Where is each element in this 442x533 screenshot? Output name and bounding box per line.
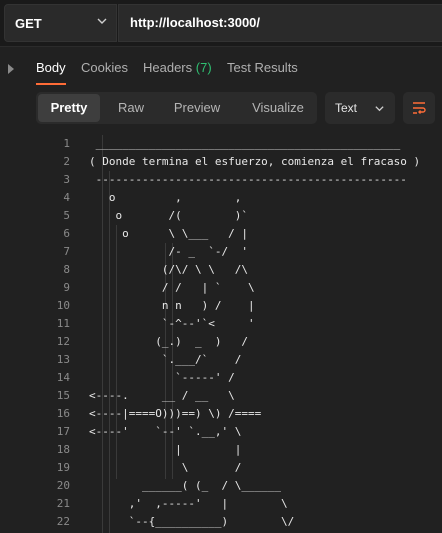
- line-text: ______( (_ / \______: [89, 479, 282, 492]
- headers-count-badge: (7): [195, 60, 212, 75]
- format-selector[interactable]: Text: [325, 92, 395, 124]
- line-number: 16: [56, 407, 70, 420]
- method-selector[interactable]: GET: [4, 4, 117, 42]
- line-number: 9: [63, 281, 70, 294]
- code-line: 6 o \ \___ / |: [0, 225, 442, 243]
- tab-headers-label: Headers: [143, 60, 193, 75]
- wrap-lines-icon: [413, 102, 426, 114]
- line-number: 19: [56, 461, 70, 474]
- line-text: | |: [89, 443, 242, 456]
- view-raw-button[interactable]: Raw: [106, 94, 156, 122]
- line-number: 1: [63, 137, 70, 150]
- line-text: `-^--'`< ': [89, 317, 255, 330]
- code-line: 11 `-^--'`< ': [0, 315, 442, 333]
- line-text: `.___/` /: [89, 353, 242, 366]
- line-number: 14: [56, 371, 70, 384]
- line-number: 17: [56, 425, 70, 438]
- code-line: 13 `.___/` /: [0, 351, 442, 369]
- tab-test-results[interactable]: Test Results: [227, 60, 298, 75]
- chevron-down-icon: [375, 106, 384, 112]
- active-tab-indicator: [36, 83, 66, 85]
- code-line: 14 `-----' /: [0, 369, 442, 387]
- code-line: 10 n n ) / |: [0, 297, 442, 315]
- body-toolbar: Pretty Raw Preview Visualize Text: [0, 90, 442, 126]
- url-input[interactable]: http://localhost:3000/: [118, 4, 442, 42]
- line-text: o , ,: [89, 191, 242, 204]
- line-number: 6: [63, 227, 70, 240]
- code-line: 3 --------------------------------------…: [0, 171, 442, 189]
- tab-headers[interactable]: Headers (7): [143, 60, 212, 75]
- code-line: 7 /- _ `-/ ': [0, 243, 442, 261]
- method-label: GET: [15, 16, 42, 31]
- line-number: 11: [56, 317, 70, 330]
- view-preview-button[interactable]: Preview: [164, 94, 230, 122]
- code-line: 16 <----|====O)))==) \) /====: [0, 405, 442, 423]
- line-text: <----. __ / __ \: [89, 389, 235, 402]
- code-line: 22 `--{__________) \/: [0, 513, 442, 531]
- line-number: 15: [56, 389, 70, 402]
- chevron-right-icon[interactable]: [7, 64, 15, 74]
- view-visualize-button[interactable]: Visualize: [241, 94, 315, 122]
- tab-cookies[interactable]: Cookies: [81, 60, 128, 75]
- line-number: 7: [63, 245, 70, 258]
- code-line: 19 \ /: [0, 459, 442, 477]
- line-number: 8: [63, 263, 70, 276]
- chevron-down-icon: [97, 18, 107, 24]
- response-body[interactable]: 1 ______________________________________…: [0, 135, 442, 533]
- line-text: o \ \___ / |: [89, 227, 248, 240]
- line-number: 10: [56, 299, 70, 312]
- line-text: n n ) / |: [89, 299, 255, 312]
- line-text: ----------------------------------------…: [89, 173, 407, 186]
- line-number: 21: [56, 497, 70, 510]
- line-number: 22: [56, 515, 70, 528]
- request-url-bar: GET http://localhost:3000/: [0, 0, 442, 47]
- code-line: 4 o , ,: [0, 189, 442, 207]
- line-text: <----' `--' `.__,' \: [89, 425, 242, 438]
- line-text: /- _ `-/ ': [89, 245, 248, 258]
- line-text: (_.) _ ) /: [89, 335, 248, 348]
- line-text: ,' ,-----' | \: [89, 497, 288, 510]
- line-number: 3: [63, 173, 70, 186]
- code-line: 18 | |: [0, 441, 442, 459]
- code-line: 8 (/\/ \ \ /\: [0, 261, 442, 279]
- line-number: 4: [63, 191, 70, 204]
- line-text: ( Donde termina el esfuerzo, comienza el…: [89, 155, 421, 168]
- code-line: 12 (_.) _ ) /: [0, 333, 442, 351]
- code-line: 15 <----. __ / __ \: [0, 387, 442, 405]
- line-text: <----|====O)))==) \) /====: [89, 407, 262, 420]
- line-text: (/\/ \ \ /\: [89, 263, 248, 276]
- line-number: 12: [56, 335, 70, 348]
- line-text: / / | ` \: [89, 281, 255, 294]
- code-line: 9 / / | ` \: [0, 279, 442, 297]
- code-line: 2 ( Donde termina el esfuerzo, comienza e…: [0, 153, 442, 171]
- format-label: Text: [335, 101, 358, 115]
- view-mode-group: Pretty Raw Preview Visualize: [36, 92, 317, 124]
- line-number: 2: [63, 155, 70, 168]
- line-text: ________________________________________…: [89, 137, 401, 150]
- line-text: o /( )`: [89, 209, 248, 222]
- response-tabs: Body Cookies Headers (7) Test Results: [0, 52, 442, 86]
- line-number: 18: [56, 443, 70, 456]
- line-text: `-----' /: [89, 371, 235, 384]
- code-line: 1 ______________________________________…: [0, 135, 442, 153]
- code-line: 5 o /( )`: [0, 207, 442, 225]
- view-pretty-button[interactable]: Pretty: [38, 94, 100, 122]
- line-text: \ /: [89, 461, 242, 474]
- line-number: 13: [56, 353, 70, 366]
- code-line: 17 <----' `--' `.__,' \: [0, 423, 442, 441]
- code-line: 21 ,' ,-----' | \: [0, 495, 442, 513]
- wrap-lines-button[interactable]: [403, 92, 435, 124]
- tab-body[interactable]: Body: [36, 60, 66, 75]
- line-number: 5: [63, 209, 70, 222]
- line-number: 20: [56, 479, 70, 492]
- line-text: `--{__________) \/: [89, 515, 295, 528]
- code-line: 20 ______( (_ / \______: [0, 477, 442, 495]
